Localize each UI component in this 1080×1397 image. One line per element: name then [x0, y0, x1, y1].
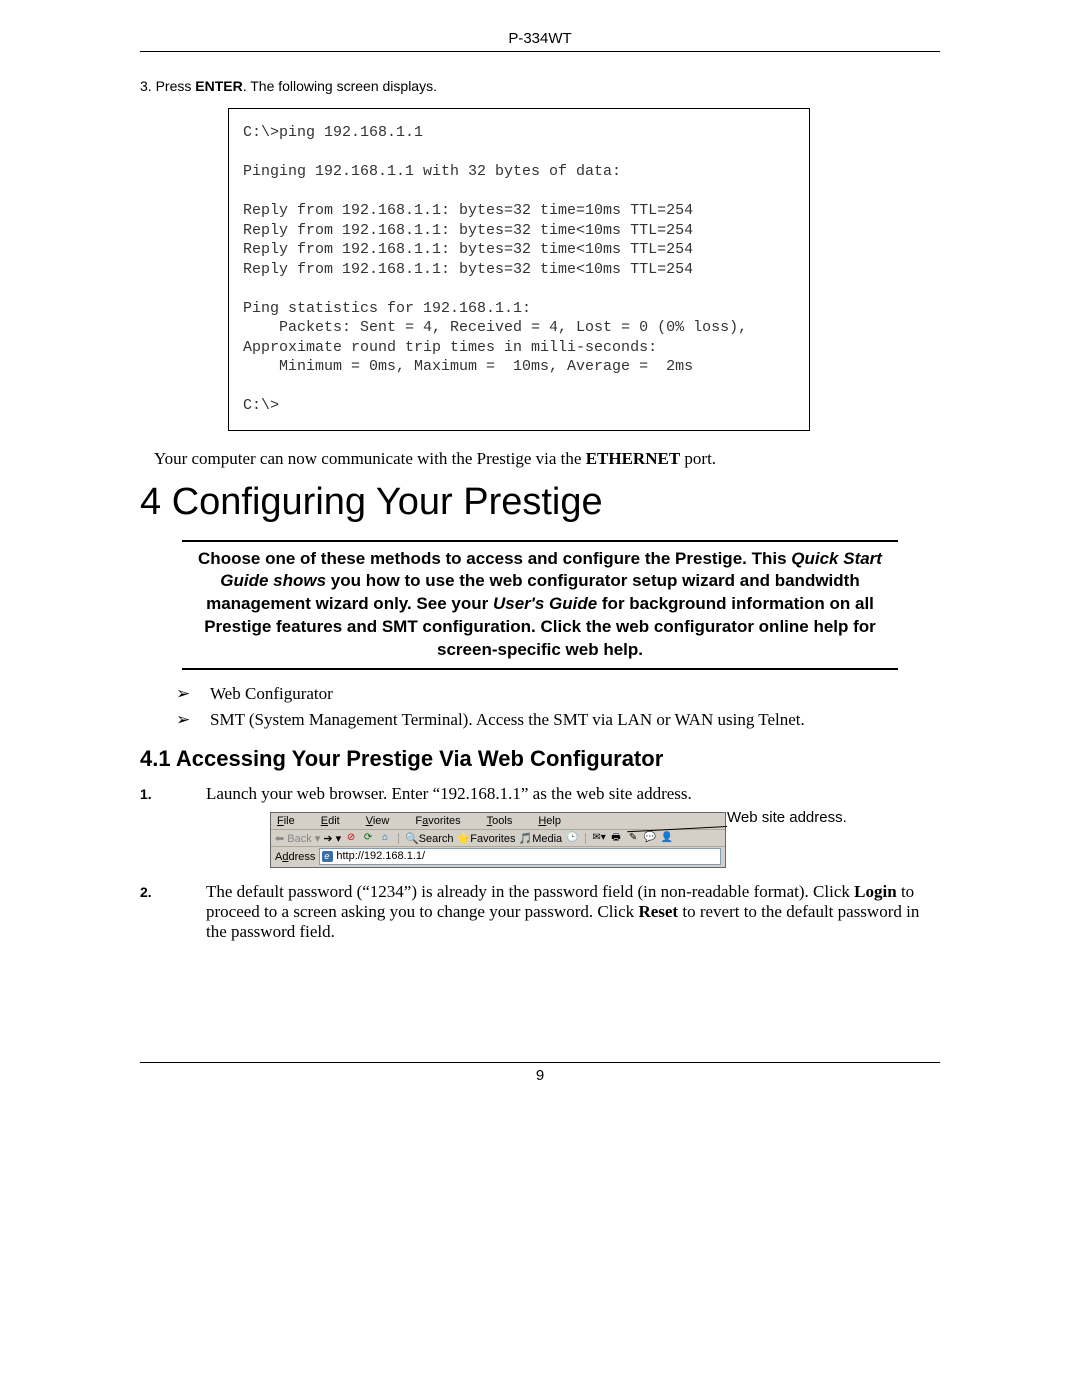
header-rule — [140, 51, 940, 52]
toolbar-separator: | — [397, 832, 400, 844]
print-icon[interactable]: 🖶 — [609, 831, 623, 845]
numbered-steps: 1. Launch your web browser. Enter “192.1… — [140, 784, 940, 804]
bullet-2-text: SMT (System Management Terminal). Access… — [210, 710, 805, 730]
bullet-arrow-icon: ➢ — [176, 684, 210, 704]
step-3-prefix: 3. Press — [140, 78, 195, 94]
media-button[interactable]: 🎵Media — [519, 832, 563, 845]
menu-help[interactable]: Help — [538, 815, 574, 827]
menu-file-rest: ile — [284, 815, 295, 827]
refresh-icon[interactable]: ⟳ — [361, 831, 375, 845]
bullet-smt: ➢ SMT (System Management Terminal). Acce… — [176, 710, 940, 730]
mail-icon[interactable]: ✉▾ — [592, 831, 606, 845]
methods-callout: Choose one of these methods to access an… — [182, 540, 898, 671]
step-2-a: The default password (“1234”) is already… — [206, 882, 854, 901]
ethernet-bold: ETHERNET — [586, 449, 680, 468]
menu-view[interactable]: View — [366, 815, 403, 827]
numbered-steps-cont: 2. The default password (“1234”) is alre… — [140, 882, 940, 942]
address-value: http://192.168.1.1/ — [336, 849, 425, 864]
menu-view-rest: iew — [373, 815, 390, 827]
document-header-model: P-334WT — [140, 30, 940, 47]
browser-address-bar: Address http://192.168.1.1/ — [271, 847, 725, 867]
step-2-login: Login — [854, 882, 897, 901]
ping-console-output: C:\>ping 192.168.1.1 Pinging 192.168.1.1… — [228, 108, 810, 431]
browser-screenshot: Web site address. File Edit View Favorit… — [270, 812, 726, 868]
messenger-icon[interactable]: 👤 — [660, 831, 674, 845]
menu-help-rest: elp — [546, 815, 561, 827]
menu-edit-rest: dit — [328, 815, 340, 827]
callout-i2: User's Guide — [493, 594, 597, 613]
browser-menubar: File Edit View Favorites Tools Help — [271, 813, 725, 830]
menu-tools[interactable]: Tools — [487, 815, 526, 827]
stop-icon[interactable]: ⊘ — [344, 831, 358, 845]
step-2-reset: Reset — [638, 902, 678, 921]
discuss-icon[interactable]: 💬 — [643, 831, 657, 845]
step-3-text: 3. Press ENTER. The following screen dis… — [140, 78, 940, 94]
step-2-text: The default password (“1234”) is already… — [206, 882, 940, 942]
step-1: 1. Launch your web browser. Enter “192.1… — [140, 784, 940, 804]
bullet-1-text: Web Configurator — [210, 684, 333, 704]
search-label: Search — [419, 833, 454, 845]
ethernet-post: port. — [680, 449, 716, 468]
menu-file[interactable]: File — [277, 815, 308, 827]
footer-rule — [140, 1062, 940, 1063]
edit-icon[interactable]: ✎ ▾ — [626, 831, 640, 845]
history-icon[interactable]: 🕒 — [565, 831, 579, 845]
favorites-label: Favorites — [470, 833, 515, 845]
favorites-button[interactable]: ⭐Favorites — [457, 832, 516, 845]
callout-t1: Choose one of these methods to access an… — [198, 549, 791, 568]
toolbar-separator: | — [584, 832, 587, 844]
step-1-number: 1. — [140, 784, 206, 804]
browser-callout-label: Web site address. — [727, 809, 867, 826]
bullet-web-configurator: ➢ Web Configurator — [176, 684, 940, 704]
ethernet-pre: Your computer can now communicate with t… — [154, 449, 586, 468]
menu-fav-rest: vorites — [428, 815, 460, 827]
browser-toolbar: ⬅ Back ▾ ➔ ▾ ⊘ ⟳ ⌂ | 🔍Search ⭐Favorites … — [271, 830, 725, 847]
page-number: 9 — [140, 1067, 940, 1084]
bullet-arrow-icon: ➢ — [176, 710, 210, 730]
search-button[interactable]: 🔍Search — [405, 832, 454, 845]
section-4-heading: 4 Configuring Your Prestige — [140, 481, 940, 524]
address-field[interactable]: http://192.168.1.1/ — [319, 848, 721, 865]
section-4-1-heading: 4.1 Accessing Your Prestige Via Web Conf… — [140, 746, 940, 772]
forward-button[interactable]: ➔ ▾ — [323, 832, 341, 845]
step-3-enter: ENTER — [195, 78, 242, 94]
back-label: Back — [287, 833, 311, 845]
menu-favorites[interactable]: Favorites — [415, 815, 473, 827]
address-label: Address — [275, 851, 315, 863]
back-button[interactable]: ⬅ Back ▾ — [275, 832, 320, 845]
ethernet-paragraph: Your computer can now communicate with t… — [154, 449, 940, 469]
step-1-text: Launch your web browser. Enter “192.168.… — [206, 784, 940, 804]
menu-edit[interactable]: Edit — [321, 815, 353, 827]
step-2-number: 2. — [140, 882, 206, 942]
step-3-suffix: . The following screen displays. — [243, 78, 437, 94]
menu-tools-rest: ools — [492, 815, 512, 827]
ie-page-icon — [322, 851, 333, 862]
step-2: 2. The default password (“1234”) is alre… — [140, 882, 940, 942]
media-label: Media — [532, 833, 562, 845]
home-icon[interactable]: ⌂ — [378, 831, 392, 845]
method-bullets: ➢ Web Configurator ➢ SMT (System Managem… — [176, 684, 940, 730]
